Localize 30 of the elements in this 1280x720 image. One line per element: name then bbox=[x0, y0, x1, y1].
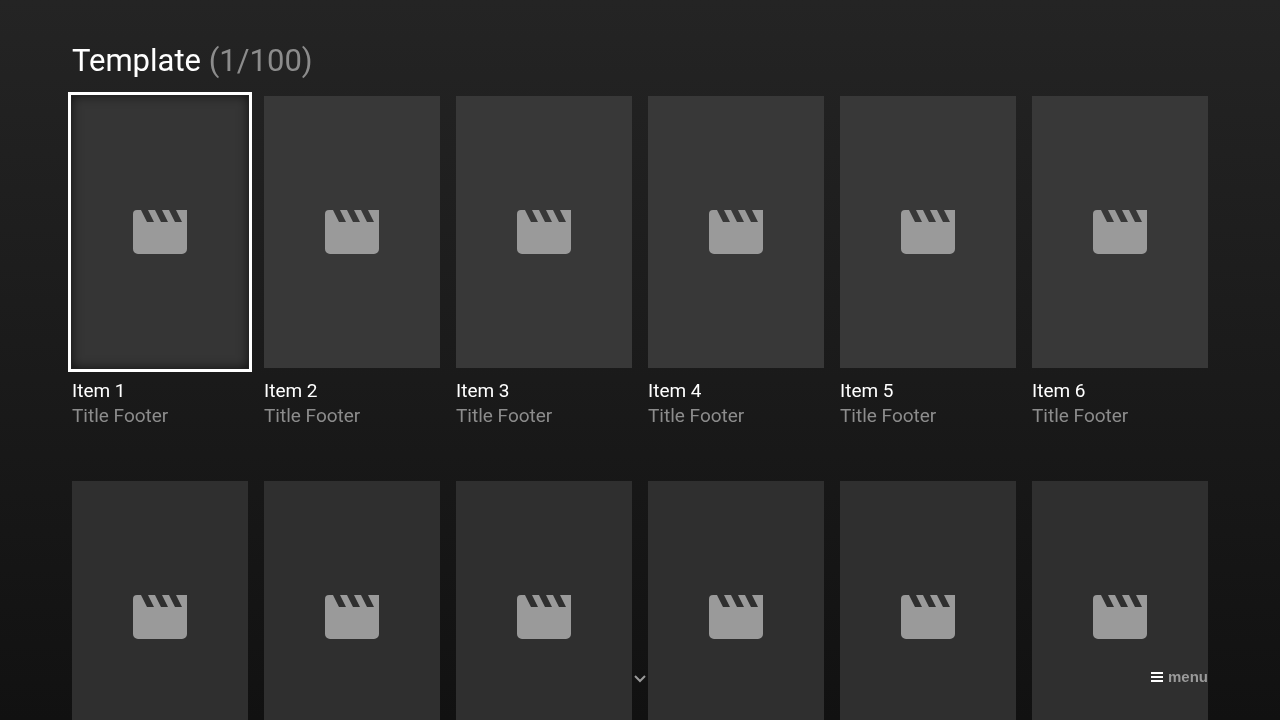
page-title: Template bbox=[72, 42, 201, 79]
clapperboard-icon bbox=[133, 595, 187, 639]
item-footer: Title Footer bbox=[840, 403, 1016, 429]
item-title: Item 3 bbox=[456, 379, 511, 403]
clapperboard-icon bbox=[1093, 210, 1147, 254]
clapperboard-icon bbox=[133, 210, 187, 254]
item-title: Item 1 bbox=[72, 379, 127, 403]
clapperboard-icon bbox=[325, 595, 379, 639]
item-footer: Title Footer bbox=[1032, 403, 1208, 429]
clapperboard-icon bbox=[325, 210, 379, 254]
clapperboard-icon bbox=[1093, 595, 1147, 639]
item-footer: Title Footer bbox=[264, 403, 440, 429]
item-title: Item 6 bbox=[1032, 379, 1087, 403]
menu-button[interactable]: menu bbox=[1151, 668, 1208, 685]
menu-icon bbox=[1151, 671, 1163, 682]
media-card[interactable] bbox=[68, 92, 252, 372]
item-title: Item 2 bbox=[264, 379, 319, 403]
item-title: Item 5 bbox=[840, 379, 895, 403]
clapperboard-icon bbox=[901, 595, 955, 639]
clapperboard-icon bbox=[709, 210, 763, 254]
item-footer: Title Footer bbox=[648, 403, 824, 429]
clapperboard-icon bbox=[709, 595, 763, 639]
clapperboard-icon bbox=[901, 210, 955, 254]
item-title: Item 4 bbox=[648, 379, 703, 403]
clapperboard-icon bbox=[517, 210, 571, 254]
clapperboard-icon bbox=[517, 595, 571, 639]
chevron-down-icon[interactable] bbox=[634, 675, 646, 683]
item-footer: Title Footer bbox=[456, 403, 632, 429]
item-footer: Title Footer bbox=[72, 403, 248, 429]
item-counter: (1/100) bbox=[208, 42, 313, 79]
